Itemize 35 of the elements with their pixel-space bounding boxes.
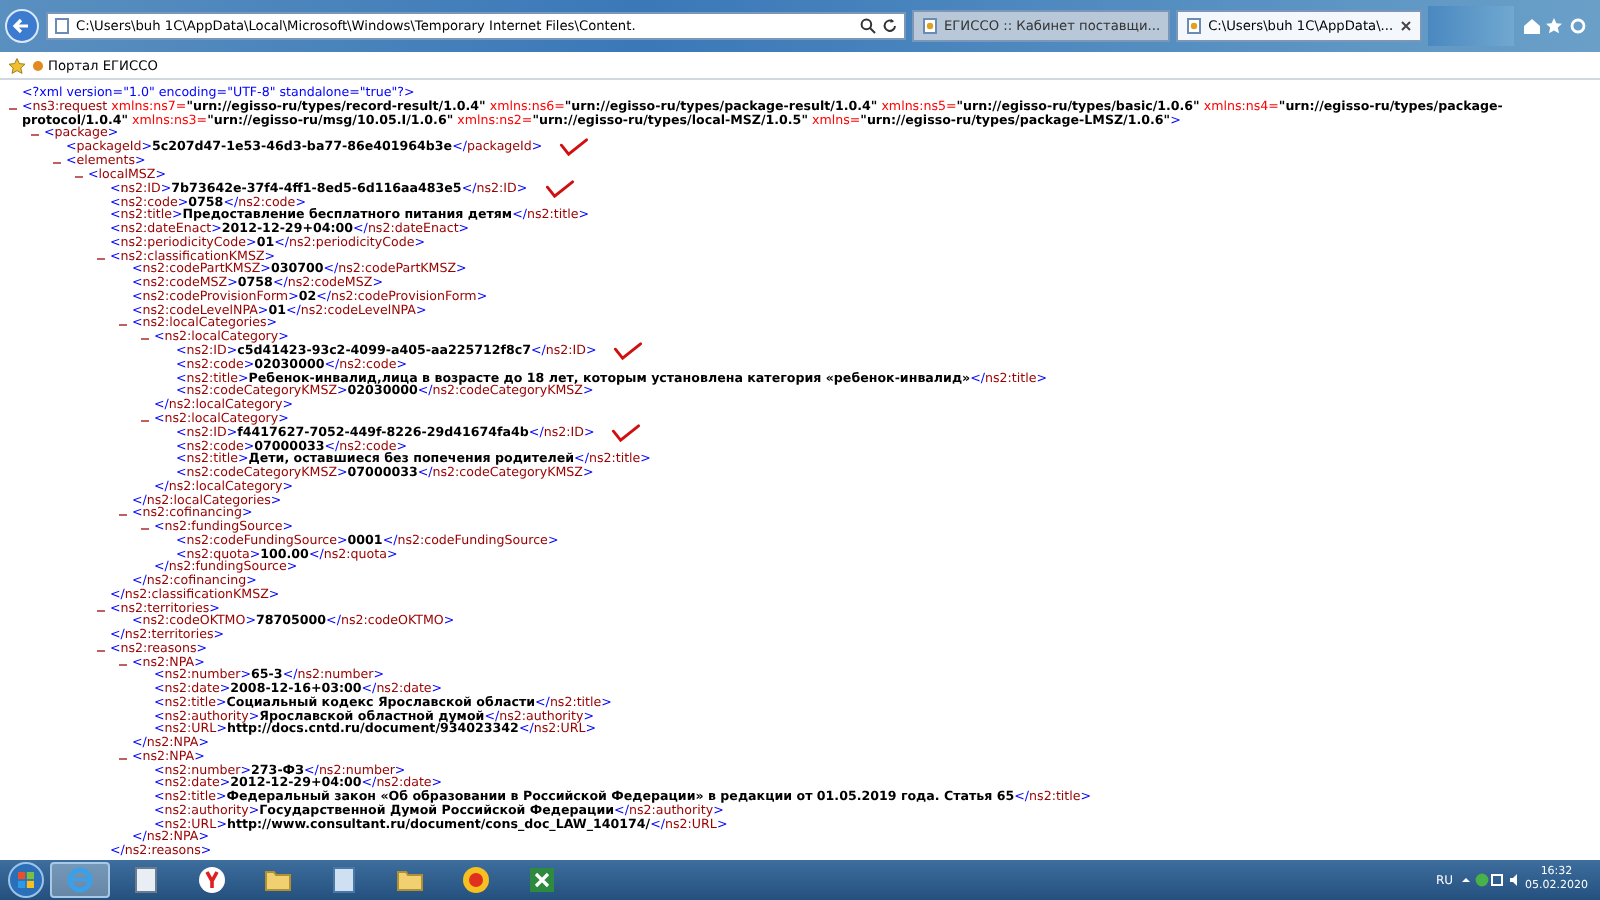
page-icon [922, 18, 938, 35]
round-logo-icon [462, 866, 490, 894]
collapse-icon[interactable] [96, 645, 106, 656]
collapse-icon[interactable] [118, 753, 128, 764]
collapse-icon[interactable] [118, 659, 128, 669]
collapse-icon[interactable] [8, 103, 18, 114]
collapse-icon[interactable] [96, 253, 106, 263]
collapse-icon[interactable] [118, 510, 128, 521]
refresh-icon[interactable] [882, 18, 898, 35]
collapse-icon[interactable] [140, 415, 150, 426]
search-icon[interactable] [860, 18, 876, 35]
file-icon [134, 866, 158, 894]
collapse-icon[interactable] [140, 334, 150, 344]
tray-icons[interactable] [1459, 872, 1519, 888]
collapse-icon[interactable] [96, 605, 106, 615]
spreadsheet-icon [528, 866, 556, 894]
folder-icon [396, 868, 424, 892]
collapse-icon[interactable] [118, 320, 128, 331]
collapse-icon[interactable] [30, 130, 40, 141]
page-icon [1186, 18, 1203, 35]
favorites-star-icon[interactable] [8, 57, 26, 74]
document-icon [332, 866, 356, 894]
page-icon [54, 18, 70, 35]
collapse-icon[interactable] [52, 158, 62, 168]
site-icon [32, 59, 44, 72]
y-letter-circle-icon [198, 866, 226, 894]
start-button[interactable] [8, 862, 44, 898]
collapse-icon[interactable] [74, 171, 84, 182]
close-icon[interactable] [1399, 20, 1412, 33]
collapse-icon[interactable] [140, 524, 150, 534]
toolbar-icons[interactable] [1520, 16, 1588, 37]
back-button[interactable] [4, 8, 40, 45]
folder-icon [264, 868, 292, 892]
browser-e-icon [66, 866, 94, 894]
desktop-background [1427, 6, 1514, 47]
